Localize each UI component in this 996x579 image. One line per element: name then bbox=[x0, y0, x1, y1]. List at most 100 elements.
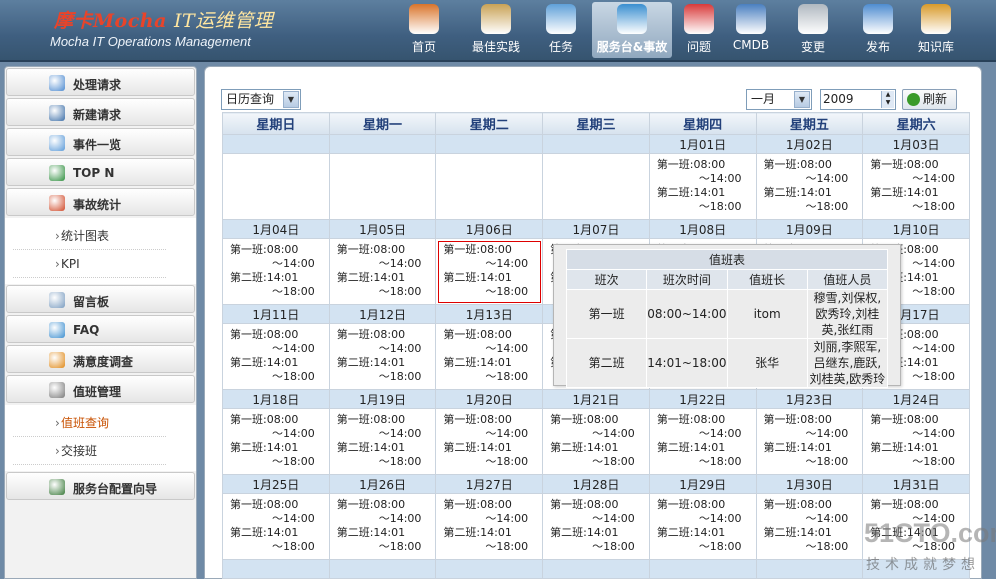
calendar-day-cell[interactable]: 第一班:08:00～14:00第二班:14:01～18:00 bbox=[435, 493, 544, 560]
calendar-day-cell[interactable]: 第一班:08:00～14:00第二班:14:01～18:00 bbox=[755, 153, 864, 220]
calendar-day-cell[interactable]: 第一班:08:00～14:00第二班:14:01～18:00 bbox=[542, 493, 650, 560]
calendar-date: 1月12日 bbox=[328, 304, 437, 324]
month-value: 一月 bbox=[751, 92, 776, 106]
sidebar-subitem[interactable]: 统计图表 bbox=[13, 222, 166, 250]
nav-item[interactable]: 首页 bbox=[400, 2, 448, 58]
calendar-day-cell[interactable]: 第一班:08:00～14:00第二班:14:01～18:00 bbox=[648, 153, 757, 220]
nav-item[interactable]: 发布 bbox=[858, 2, 898, 58]
sidebar-section-label: 满意度调查 bbox=[73, 355, 134, 369]
calendar-day-cell[interactable]: 第一班:08:00～14:00第二班:14:01～18:00 bbox=[435, 323, 544, 390]
shift-entry: 第一班:08:00～14:00 bbox=[436, 413, 542, 441]
shift-start: 第二班:14:01 bbox=[763, 526, 832, 539]
topn-icon bbox=[49, 165, 65, 181]
nav-item[interactable]: 变更 bbox=[790, 2, 836, 58]
shift-end: ～14:00 bbox=[485, 512, 529, 525]
sidebar-subitem[interactable]: 值班查询 bbox=[13, 409, 166, 437]
shift-end: ～14:00 bbox=[378, 257, 422, 270]
calendar-day-cell[interactable]: 第一班:08:00～14:00第二班:14:01～18:00 bbox=[648, 493, 757, 560]
nav-item[interactable]: 最佳实践 bbox=[458, 2, 534, 58]
shift-entry: 第二班:14:01～18:00 bbox=[223, 441, 329, 469]
calendar-day-cell[interactable]: 第一班:08:00～14:00第二班:14:01～18:00 bbox=[222, 238, 330, 305]
shift-end: ～14:00 bbox=[485, 427, 529, 440]
incident-stats-icon bbox=[49, 195, 65, 211]
sidebar-section[interactable]: 事故统计 bbox=[6, 188, 195, 216]
calendar-date bbox=[435, 134, 544, 154]
sidebar-section[interactable]: 满意度调查 bbox=[6, 345, 195, 373]
sidebar-section[interactable]: 值班管理 bbox=[6, 375, 195, 403]
sidebar-section[interactable]: 处理请求 bbox=[6, 68, 195, 96]
shift-entry: 第一班:08:00～14:00 bbox=[330, 498, 436, 526]
shift-end: ～14:00 bbox=[805, 172, 849, 185]
calendar-day-cell[interactable]: 第一班:08:00～14:00第二班:14:01～18:00 bbox=[222, 493, 330, 560]
shift-start: 第一班:08:00 bbox=[870, 413, 939, 426]
calendar-day-cell[interactable]: 第一班:08:00～14:00第二班:14:01～18:00 bbox=[328, 323, 437, 390]
shift-start: 第二班:14:01 bbox=[230, 441, 299, 454]
calendar-day-cell[interactable]: 第一班:08:00～14:00第二班:14:01～18:00 bbox=[755, 493, 864, 560]
calendar-day-cell[interactable]: 第一班:08:00～14:00第二班:14:01～18:00 bbox=[542, 408, 650, 475]
shift-entry: 第二班:14:01～18:00 bbox=[330, 271, 436, 299]
sidebar-section[interactable]: 服务台配置向导 bbox=[6, 472, 195, 500]
shift-end: ～14:00 bbox=[378, 342, 422, 355]
nav-item-label: 首页 bbox=[411, 40, 436, 54]
sidebar-section[interactable]: 留言板 bbox=[6, 285, 195, 313]
refresh-icon bbox=[907, 93, 920, 106]
calendar-day-cell bbox=[435, 153, 544, 220]
sidebar-subitem[interactable]: KPI bbox=[13, 250, 166, 278]
calendar-day-cell[interactable]: 第一班:08:00～14:00第二班:14:01～18:00 bbox=[755, 408, 864, 475]
shift-entry: 第一班:08:00～14:00 bbox=[223, 413, 329, 441]
shift-end: ～18:00 bbox=[592, 455, 635, 468]
task-icon bbox=[546, 4, 576, 34]
shift-entry: 第二班:14:01～18:00 bbox=[650, 186, 756, 214]
shift-entry: 第二班:14:01～18:00 bbox=[436, 441, 542, 469]
shift-start: 第一班:08:00 bbox=[763, 158, 832, 171]
calendar-date: 1月02日 bbox=[755, 134, 864, 154]
calendar-date: 1月10日 bbox=[862, 219, 970, 239]
shift-entry: 第二班:14:01～18:00 bbox=[650, 441, 756, 469]
view-mode-value: 日历查询 bbox=[226, 92, 275, 106]
sidebar-section-label: 处理请求 bbox=[73, 78, 122, 92]
shift-end: ～14:00 bbox=[272, 342, 315, 355]
calendar-day-cell[interactable]: 第一班:08:00～14:00第二班:14:01～18:00 bbox=[222, 323, 330, 390]
shift-entry: 第一班:08:00～14:00 bbox=[757, 158, 863, 186]
sidebar-section[interactable]: TOP N bbox=[6, 158, 195, 186]
calendar-date: 1月04日 bbox=[222, 219, 330, 239]
sidebar-section[interactable]: 新建请求 bbox=[6, 98, 195, 126]
change-icon bbox=[798, 4, 828, 34]
refresh-button[interactable]: 刷新 bbox=[902, 89, 957, 110]
nav-item[interactable]: 问题 bbox=[678, 2, 720, 58]
shift-start: 第二班:14:01 bbox=[656, 441, 726, 454]
calendar-day-cell bbox=[328, 153, 437, 220]
sidebar-section-label: 事故统计 bbox=[73, 198, 122, 212]
nav-item[interactable]: CMDB bbox=[730, 2, 772, 58]
calendar-day-cell[interactable]: 第一班:08:00～14:00第二班:14:01～18:00 bbox=[435, 408, 544, 475]
logo-brand-cn: 摩卡 bbox=[54, 10, 94, 32]
calendar-day-cell[interactable]: 第一班:08:00～14:00第二班:14:01～18:00 bbox=[328, 408, 437, 475]
month-select[interactable]: 一月 ▼ bbox=[746, 89, 812, 110]
calendar-day-cell[interactable]: 第一班:08:00～14:00第二班:14:01～18:00 bbox=[328, 238, 437, 305]
spinner-arrows-icon[interactable]: ▲ ▼ bbox=[881, 91, 894, 108]
shift-entry: 第一班:08:00～14:00 bbox=[650, 158, 756, 186]
nav-item[interactable]: 知识库 bbox=[908, 2, 964, 58]
shift-start: 第二班:14:01 bbox=[443, 526, 512, 539]
sidebar-section[interactable]: FAQ bbox=[6, 315, 195, 343]
sidebar-section[interactable]: 事件一览 bbox=[6, 128, 195, 156]
calendar-day-cell[interactable]: 第一班:08:00～14:00第二班:14:01～18:00 bbox=[862, 408, 970, 475]
year-stepper[interactable]: 2009 ▲ ▼ bbox=[820, 89, 896, 110]
calendar-day-cell[interactable]: 第一班:08:00～14:00第二班:14:01～18:00 bbox=[328, 493, 437, 560]
shift-entry: 第二班:14:01～18:00 bbox=[863, 186, 969, 214]
shift-entry: 第一班:08:00～14:00 bbox=[436, 243, 542, 271]
shift-start: 第一班:08:00 bbox=[656, 413, 726, 426]
shift-start: 第一班:08:00 bbox=[870, 498, 939, 511]
nav-item[interactable]: 任务 bbox=[538, 2, 584, 58]
calendar-date bbox=[648, 559, 757, 579]
sidebar-subitem[interactable]: 交接班 bbox=[13, 437, 166, 465]
calendar-date bbox=[328, 134, 437, 154]
calendar-day-cell[interactable]: 第一班:08:00～14:00第二班:14:01～18:00 bbox=[435, 238, 544, 305]
calendar-day-cell[interactable]: 第一班:08:00～14:00第二班:14:01～18:00 bbox=[648, 408, 757, 475]
nav-item[interactable]: 服务台&事故 bbox=[592, 2, 672, 58]
shift-end: ～18:00 bbox=[485, 285, 529, 298]
view-mode-select[interactable]: 日历查询 ▼ bbox=[221, 89, 301, 110]
calendar-day-cell[interactable]: 第一班:08:00～14:00第二班:14:01～18:00 bbox=[862, 153, 970, 220]
weekday-header: 星期四 bbox=[648, 112, 757, 135]
calendar-day-cell[interactable]: 第一班:08:00～14:00第二班:14:01～18:00 bbox=[222, 408, 330, 475]
